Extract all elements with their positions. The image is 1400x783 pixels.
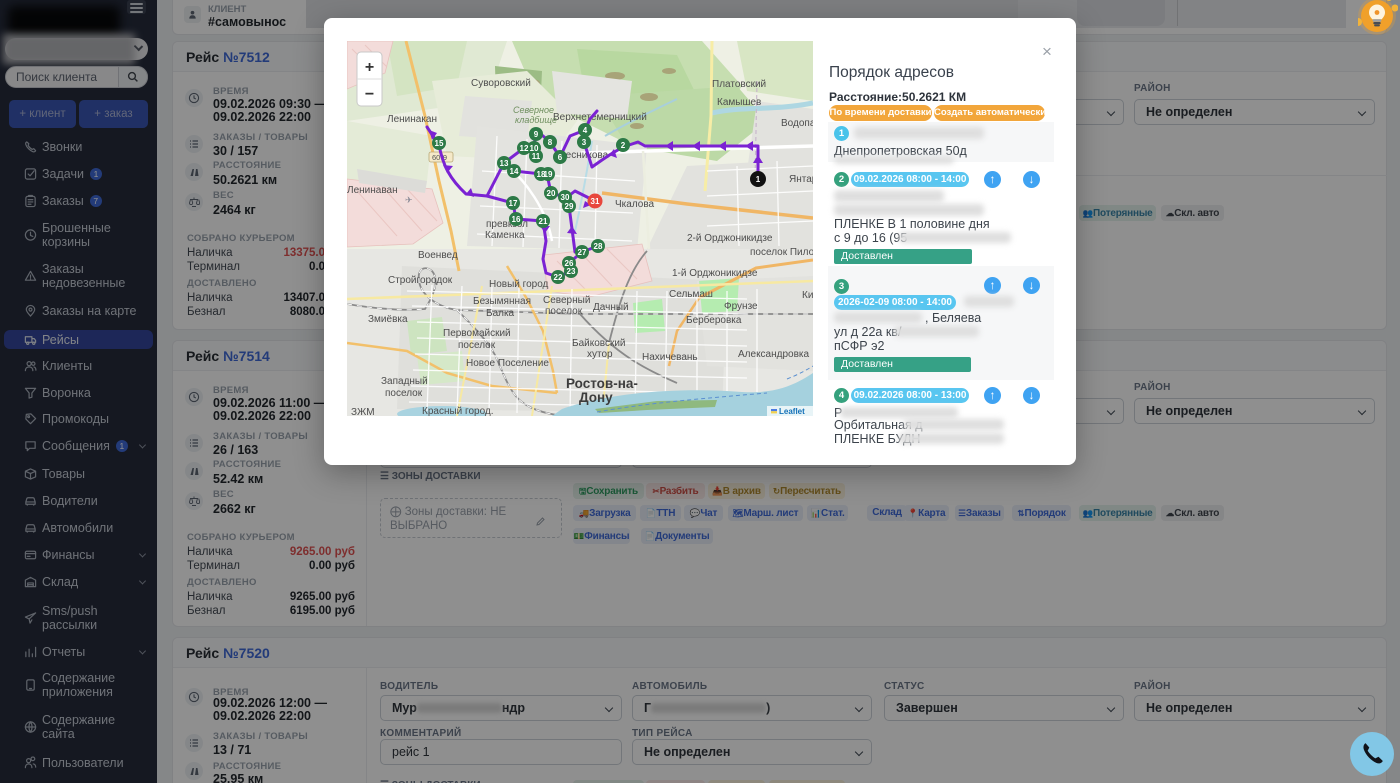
svg-text:Северный: Северный <box>543 295 590 306</box>
svg-text:Ростов-на-: Ростов-на- <box>566 376 638 391</box>
svg-text:23: 23 <box>567 267 576 276</box>
svg-text:13: 13 <box>500 159 509 168</box>
svg-text:поселок: поселок <box>545 306 583 317</box>
svg-text:Байковский: Байковский <box>572 338 626 349</box>
svg-text:поселок: поселок <box>385 388 423 399</box>
svg-text:Дону: Дону <box>579 390 613 405</box>
svg-text:Новый город: Новый город <box>489 279 549 290</box>
svg-text:Змиёвка: Змиёвка <box>368 314 408 325</box>
svg-text:Дачный: Дачный <box>593 302 629 313</box>
svg-text:Балка: Балка <box>486 308 515 319</box>
svg-text:19: 19 <box>544 170 553 179</box>
svg-text:Берберовка: Берберовка <box>686 314 742 326</box>
svg-text:Новое Поселение: Новое Поселение <box>466 358 549 369</box>
svg-text:2-й Орджоникидзе: 2-й Орджоникидзе <box>687 233 773 244</box>
svg-text:поселок Пилот: поселок Пилот <box>750 247 813 258</box>
svg-text:Водопадн: Водопадн <box>781 118 813 129</box>
svg-text:−: − <box>365 86 374 103</box>
svg-text:Янтарн: Янтарн <box>789 174 813 185</box>
svg-text:Ленинаван: Ленинаван <box>347 185 398 196</box>
svg-text:17: 17 <box>509 199 518 208</box>
svg-text:ЗЖМ: ЗЖМ <box>351 407 375 416</box>
svg-text:30: 30 <box>561 193 570 202</box>
svg-text:4: 4 <box>583 126 588 135</box>
svg-text:27: 27 <box>578 248 587 257</box>
svg-text:1-й Орджоникидзе: 1-й Орджоникидзе <box>672 268 758 279</box>
svg-text:Чкалова: Чкалова <box>615 199 655 210</box>
svg-text:поселок: поселок <box>458 340 496 351</box>
svg-text:+: + <box>365 59 374 76</box>
svg-text:22: 22 <box>554 273 563 282</box>
svg-text:Каменка: Каменка <box>485 230 525 241</box>
svg-text:15: 15 <box>435 139 444 148</box>
svg-text:14: 14 <box>510 167 519 176</box>
svg-text:16: 16 <box>512 215 521 224</box>
svg-text:31: 31 <box>591 197 600 206</box>
svg-text:11: 11 <box>532 152 541 161</box>
svg-text:2: 2 <box>621 141 626 150</box>
svg-text:Камышев: Камышев <box>717 97 761 108</box>
svg-text:Суворовский: Суворовский <box>471 78 531 89</box>
svg-text:Военвед: Военвед <box>418 250 458 261</box>
svg-text:Ленинакан: Ленинакан <box>387 114 437 125</box>
svg-text:Северное: Северное <box>513 105 554 115</box>
svg-text:Платовский: Платовский <box>712 79 766 90</box>
svg-text:Первомайский: Первомайский <box>443 328 511 339</box>
svg-text:Фрунзе: Фрунзе <box>724 301 758 312</box>
svg-text:Западный: Западный <box>381 376 428 387</box>
svg-text:12: 12 <box>520 144 529 153</box>
svg-text:хутор: хутор <box>587 349 613 360</box>
svg-text:Безымянная: Безымянная <box>473 296 531 307</box>
svg-text:20: 20 <box>547 189 556 198</box>
svg-text:1: 1 <box>756 175 761 184</box>
svg-text:Нахичевань: Нахичевань <box>642 352 698 363</box>
svg-text:Сельмаш: Сельмаш <box>669 289 713 300</box>
svg-text:Верхнетемерницкий: Верхнетемерницкий <box>553 112 647 123</box>
svg-text:Стройгородок: Стройгородок <box>388 275 453 286</box>
svg-text:9: 9 <box>534 130 539 139</box>
svg-text:Кир: Кир <box>802 290 813 301</box>
svg-text:3: 3 <box>582 138 587 147</box>
svg-text:21: 21 <box>539 217 548 226</box>
svg-text:28: 28 <box>594 242 603 251</box>
svg-text:29: 29 <box>565 202 574 211</box>
svg-text:Leaflet: Leaflet <box>779 407 805 416</box>
svg-text:Красный город.: Красный город. <box>422 406 494 416</box>
svg-text:60-9: 60-9 <box>432 153 447 162</box>
svg-text:6: 6 <box>558 153 563 162</box>
svg-text:8: 8 <box>548 138 553 147</box>
svg-text:Александровка: Александровка <box>738 349 810 360</box>
svg-text:кладбище: кладбище <box>515 115 557 125</box>
svg-text:✈: ✈ <box>405 195 413 205</box>
